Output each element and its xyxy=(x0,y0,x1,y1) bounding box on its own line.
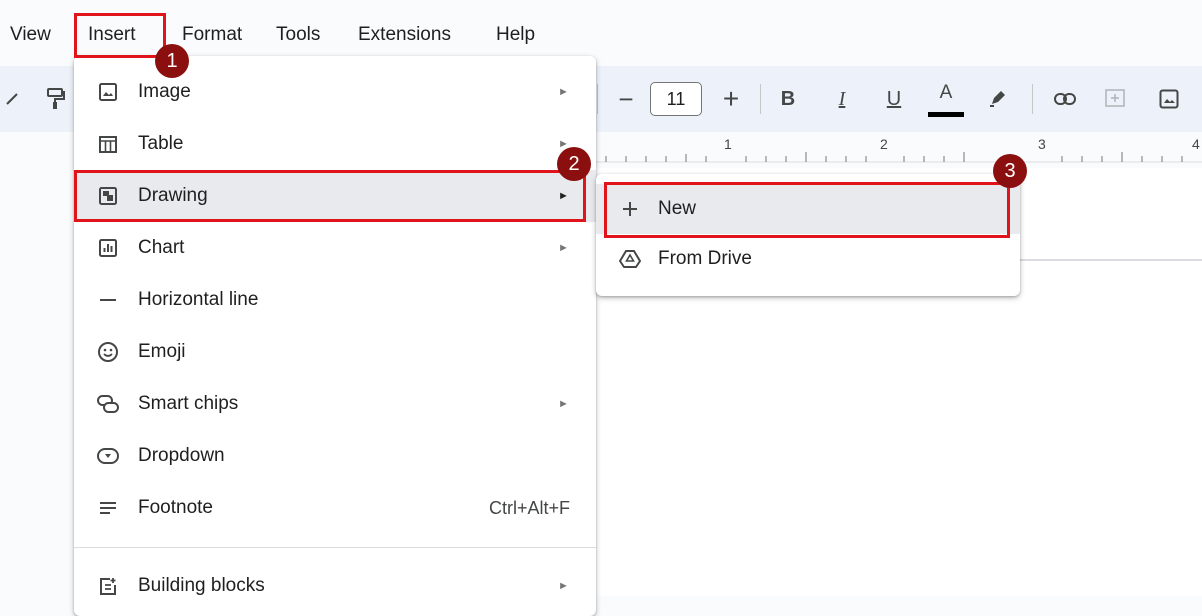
menu-item-table[interactable]: Table ► xyxy=(74,118,596,170)
highlight-box-drawing xyxy=(74,170,586,222)
image-icon xyxy=(96,80,120,104)
menu-item-label: Building blocks xyxy=(138,575,265,596)
dropdown-icon xyxy=(96,444,120,468)
chart-icon xyxy=(96,236,120,260)
bold-button[interactable]: B xyxy=(776,86,800,112)
menu-item-label: Smart chips xyxy=(138,393,239,414)
underline-button[interactable]: U xyxy=(882,86,906,112)
ruler-number: 3 xyxy=(1038,136,1046,152)
page-edge-line xyxy=(1010,259,1202,261)
step-badge-2: 2 xyxy=(557,147,591,181)
building-blocks-icon xyxy=(96,574,120,598)
submenu-arrow-icon: ► xyxy=(558,398,569,410)
table-icon xyxy=(96,132,120,156)
menu-view[interactable]: View xyxy=(10,22,51,48)
shortcut-label: Ctrl+Alt+F xyxy=(488,497,570,518)
text-color-button[interactable]: A xyxy=(930,82,962,112)
font-size-input[interactable]: 11 xyxy=(650,82,702,116)
menu-item-label: Emoji xyxy=(138,341,186,362)
menu-item-horizontal-line[interactable]: Horizontal line xyxy=(74,274,596,326)
menu-item-label: Table xyxy=(138,133,184,154)
italic-button[interactable]: I xyxy=(830,86,854,112)
submenu-item-from-drive[interactable]: From Drive xyxy=(596,234,1020,284)
smart-chips-icon xyxy=(96,392,120,416)
insert-image-icon[interactable] xyxy=(1156,86,1182,112)
menu-item-label: Dropdown xyxy=(138,445,225,466)
brush-icon[interactable] xyxy=(2,88,22,110)
menu-item-emoji[interactable]: Emoji xyxy=(74,326,596,378)
menu-divider xyxy=(74,547,596,548)
menu-extensions[interactable]: Extensions xyxy=(358,22,451,48)
decrease-font-size-button[interactable]: − xyxy=(614,84,638,114)
menu-item-dropdown[interactable]: Dropdown xyxy=(74,430,596,482)
toolbar-separator xyxy=(597,84,598,114)
text-color-swatch xyxy=(928,112,964,117)
menu-item-building-blocks[interactable]: Building blocks ► xyxy=(74,560,596,612)
menu-format[interactable]: Format xyxy=(182,22,242,48)
emoji-icon xyxy=(96,340,120,364)
footnote-icon xyxy=(96,496,120,520)
menu-item-label: Footnote xyxy=(138,497,213,518)
highlight-icon[interactable] xyxy=(986,86,1010,110)
paint-format-icon[interactable] xyxy=(44,86,68,112)
menu-item-chart[interactable]: Chart ► xyxy=(74,222,596,274)
add-comment-icon[interactable] xyxy=(1102,86,1128,112)
highlight-box-insert xyxy=(74,13,166,58)
submenu-item-label: From Drive xyxy=(658,248,752,269)
menu-item-footnote[interactable]: Footnote Ctrl+Alt+F xyxy=(74,482,596,534)
step-badge-3: 3 xyxy=(993,154,1027,188)
drive-icon xyxy=(618,247,642,271)
ruler-number: 2 xyxy=(880,136,888,152)
ruler-number: 1 xyxy=(724,136,732,152)
menu-item-label: Image xyxy=(138,81,191,102)
highlight-box-new xyxy=(604,182,1010,238)
menu-item-smart-chips[interactable]: Smart chips ► xyxy=(74,378,596,430)
link-icon[interactable] xyxy=(1052,86,1078,112)
toolbar-separator xyxy=(760,84,761,114)
increase-font-size-button[interactable]: + xyxy=(718,83,744,114)
insert-menu: Image ► Table ► Drawing ► Chart ► Horizo… xyxy=(74,56,596,616)
submenu-arrow-icon: ► xyxy=(558,242,569,254)
submenu-arrow-icon: ► xyxy=(558,580,569,592)
horizontal-line-icon xyxy=(96,288,120,312)
step-badge-1: 1 xyxy=(155,44,189,78)
menu-item-label: Horizontal line xyxy=(138,289,259,310)
menu-help[interactable]: Help xyxy=(496,22,535,48)
menu-item-label: Chart xyxy=(138,237,185,258)
menu-tools[interactable]: Tools xyxy=(276,22,320,48)
menu-item-image[interactable]: Image ► xyxy=(74,66,596,118)
toolbar-separator xyxy=(1032,84,1033,114)
submenu-arrow-icon: ► xyxy=(558,86,569,98)
ruler-number: 4 xyxy=(1192,136,1200,152)
